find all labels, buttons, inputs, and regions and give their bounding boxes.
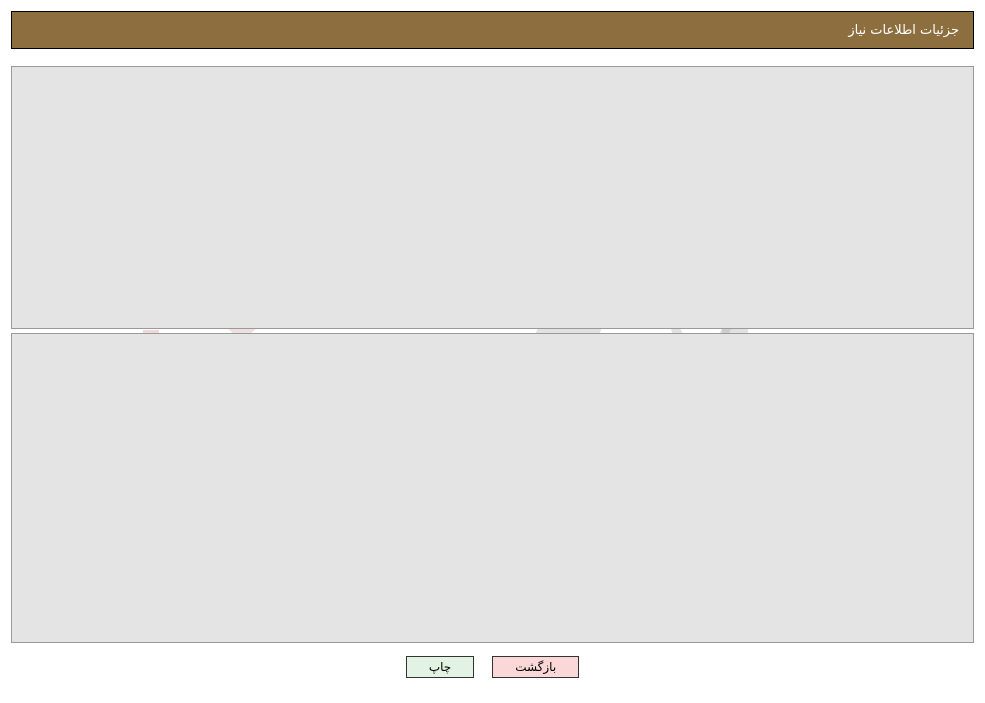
service-details-panel [11,333,974,643]
page-title-bar: جزئیات اطلاعات نیاز [11,11,974,49]
page-title: جزئیات اطلاعات نیاز [848,22,959,38]
print-button[interactable]: چاپ [405,656,475,678]
footer-button-bar: بازگشت چاپ [0,656,985,678]
back-button[interactable]: بازگشت [492,656,580,678]
need-info-panel [11,66,974,329]
